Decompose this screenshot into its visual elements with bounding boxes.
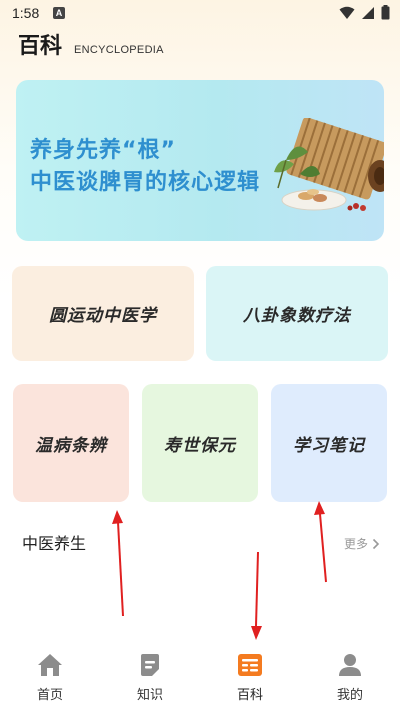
bottom-tab-bar: 首页 知识 百科 我的 [0,640,400,710]
page-subtitle: ENCYCLOPEDIA [74,44,164,56]
tab-label: 知识 [136,688,163,703]
card-shoushi-baoyuan[interactable]: 寿世保元 [142,384,258,502]
card-study-notes[interactable]: 学习笔记 [271,384,387,502]
card-circular-motion-tcm[interactable]: 圆运动中医学 [12,266,194,361]
more-label: 更多 [343,537,368,551]
chevron-right-icon [372,538,380,549]
signal-icon [362,6,374,19]
card-bagua-therapy[interactable]: 八卦象数疗法 [206,266,388,361]
tab-encyclopedia[interactable]: 百科 [200,640,300,710]
tab-label: 我的 [336,688,363,703]
home-icon [36,651,64,679]
banner-title-line1: 养身先养“根” [30,138,176,163]
herbs-illustration [274,118,384,211]
card-wenbing-tiaobian[interactable]: 温病条辨 [13,384,129,502]
encyclopedia-icon [236,651,264,679]
promo-banner[interactable]: 养身先养“根” 中医谈脾胃的核心逻辑 [16,80,384,241]
wifi-icon [339,6,355,19]
note-icon [136,651,164,679]
more-link[interactable]: 更多 [344,535,380,552]
page-title: 百科 [18,34,63,59]
section-title: 中医养生 [22,534,87,553]
page-header: 百科 ENCYCLOPEDIA [18,28,164,60]
tab-profile[interactable]: 我的 [300,640,400,710]
notification-icon: A [53,7,65,19]
tab-home[interactable]: 首页 [0,640,100,710]
battery-icon [381,5,390,20]
person-icon [336,651,364,679]
banner-title-line2: 中医谈脾胃的核心逻辑 [30,170,261,195]
tab-label: 首页 [36,688,63,703]
status-bar: 1:58 A [0,0,400,28]
tab-knowledge[interactable]: 知识 [100,640,200,710]
tab-label: 百科 [236,688,263,703]
status-time: 1:58 [12,5,40,21]
status-icons [339,5,390,20]
